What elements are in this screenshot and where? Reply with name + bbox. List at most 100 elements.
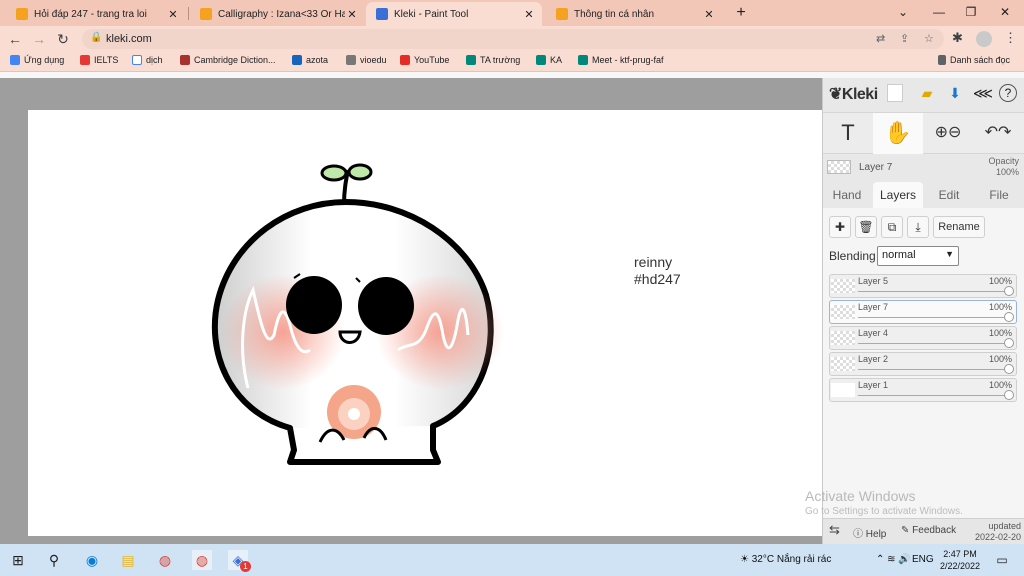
bookmark-label: dịch: [146, 55, 163, 65]
bookmark-vioedu[interactable]: vioedu: [346, 55, 387, 65]
layer-thumbnail: [831, 305, 855, 319]
tab-layers[interactable]: Layers: [873, 182, 923, 208]
close-icon[interactable]: ✕: [702, 8, 716, 21]
layer-opacity: 100%: [988, 380, 1012, 390]
reload-icon[interactable]: ↻: [54, 30, 72, 48]
bookmark-label: Cambridge Diction...: [194, 55, 276, 65]
window-close-icon[interactable]: ✕: [992, 3, 1018, 21]
bookmark-label: KA: [550, 55, 563, 65]
layer-item-1[interactable]: Layer 1 100%: [829, 378, 1017, 402]
open-folder-icon[interactable]: ▰: [917, 83, 937, 103]
address-bar[interactable]: 🔒 kleki.com ⇄ ⇪ ☆: [82, 29, 944, 49]
bookmark-label: IELTS: [94, 55, 119, 65]
tray-icons[interactable]: ⌃ ≋ 🔊: [876, 554, 911, 565]
layer-name: Layer 1: [858, 380, 889, 390]
weather-text: 32°C Nắng rải rác: [751, 554, 832, 565]
feedback-link[interactable]: ✎ Feedback: [901, 525, 956, 536]
bookmark-ta-truong[interactable]: TA trường: [466, 55, 520, 65]
language-indicator[interactable]: ENG: [912, 554, 934, 565]
restore-icon[interactable]: ❐: [958, 3, 984, 21]
share-icon[interactable]: ⋘: [973, 83, 993, 103]
tab-search-icon[interactable]: ⌄: [890, 3, 916, 21]
merge-layer-icon[interactable]: ⤓: [907, 216, 929, 238]
translate-icon[interactable]: ⇄: [876, 32, 885, 45]
opacity-slider[interactable]: [858, 291, 1006, 292]
zoom-icon[interactable]: ⊕⊖: [923, 113, 973, 154]
layer-item-5[interactable]: Layer 5 100%: [829, 274, 1017, 298]
duplicate-layer-icon[interactable]: ⧉: [881, 216, 903, 238]
opacity-slider-handle[interactable]: [1004, 338, 1014, 348]
tab-thongtin[interactable]: Thông tin cá nhân ✕: [546, 2, 722, 26]
bookmark-apps[interactable]: Ứng dụng: [10, 55, 64, 65]
bookmark-azota[interactable]: azota: [292, 55, 328, 65]
tab-title: Calligraphy : Izana<33 Or Hand :: [218, 8, 345, 20]
text-tool-icon[interactable]: T: [823, 113, 873, 154]
opacity-value: 100%: [995, 167, 1019, 177]
taskbar-clock[interactable]: 2:47 PM 2/22/2022: [940, 548, 980, 572]
weather-widget[interactable]: ☀ 32°C Nắng rải rác: [740, 554, 831, 565]
layer-item-4[interactable]: Layer 4 100%: [829, 326, 1017, 350]
bookmark-dich[interactable]: dịch: [132, 55, 163, 65]
chevron-down-icon: ▼: [945, 249, 954, 259]
forward-icon[interactable]: →: [30, 30, 48, 48]
layer-thumbnail: [827, 160, 851, 174]
opacity-slider[interactable]: [858, 343, 1006, 344]
bookmark-ka[interactable]: KA: [536, 55, 562, 65]
layer-item-7[interactable]: Layer 7 100%: [829, 300, 1017, 324]
windows-start-icon[interactable]: ⊞: [8, 550, 28, 570]
tab-hoidap[interactable]: Hỏi đáp 247 - trang tra loi ✕: [6, 2, 186, 26]
share-icon[interactable]: ⇪: [900, 32, 909, 45]
tab-hand[interactable]: Hand: [823, 182, 871, 208]
opacity-slider-handle[interactable]: [1004, 390, 1014, 400]
new-image-icon[interactable]: [887, 84, 903, 102]
kleki-side-panel: ❦Kleki ▰ ⬇ ⋘ ? T ✋ ⊕⊖ ↶↷ Layer 7 Opacity…: [805, 78, 1024, 544]
reading-list[interactable]: Danh sách đọc: [938, 55, 1010, 65]
tab-calligraphy[interactable]: Calligraphy : Izana<33 Or Hand : ✕: [190, 2, 365, 26]
opacity-slider[interactable]: [858, 369, 1006, 370]
tab-edit[interactable]: Edit: [925, 182, 973, 208]
chrome-icon[interactable]: ◍: [155, 550, 175, 570]
undo-redo-icon[interactable]: ↶↷: [973, 113, 1023, 154]
download-icon[interactable]: ⬇: [945, 83, 965, 103]
close-icon[interactable]: ✕: [166, 8, 180, 21]
search-icon[interactable]: ⚲: [44, 550, 64, 570]
layer-item-2[interactable]: Layer 2 100%: [829, 352, 1017, 376]
bookmark-cambridge[interactable]: Cambridge Diction...: [180, 55, 276, 65]
bookmark-ielts[interactable]: IELTS: [80, 55, 118, 65]
tab-kleki[interactable]: Kleki - Paint Tool ✕: [366, 2, 542, 26]
opacity-slider[interactable]: [858, 395, 1006, 396]
hand-tool-icon[interactable]: ✋: [873, 113, 923, 154]
rename-button[interactable]: Rename: [933, 216, 985, 238]
notifications-icon[interactable]: ▭: [992, 550, 1012, 570]
opacity-slider[interactable]: [858, 317, 1006, 318]
close-icon[interactable]: ✕: [522, 8, 536, 21]
back-icon[interactable]: ←: [6, 30, 24, 48]
opacity-slider-handle[interactable]: [1004, 286, 1014, 296]
file-explorer-icon[interactable]: ▤: [118, 550, 138, 570]
blending-select[interactable]: normal ▼: [877, 246, 959, 266]
delete-layer-icon[interactable]: 🗑: [855, 216, 877, 238]
opacity-slider-handle[interactable]: [1004, 364, 1014, 374]
chrome-profile-icon[interactable]: ◍: [192, 550, 212, 570]
help-link[interactable]: ⓘ Help: [853, 525, 886, 540]
bookmark-meet[interactable]: Meet - ktf-prug-faf: [578, 55, 664, 65]
new-tab-icon[interactable]: +: [732, 3, 750, 23]
layer-thumbnail: [831, 279, 855, 293]
help-icon[interactable]: ?: [999, 84, 1017, 102]
swap-icon[interactable]: ⇆: [829, 522, 840, 538]
minimize-icon[interactable]: —: [926, 3, 952, 21]
star-icon[interactable]: ☆: [924, 32, 934, 45]
tab-file[interactable]: File: [975, 182, 1023, 208]
edge-icon[interactable]: ◉: [82, 550, 102, 570]
zalo-icon[interactable]: ◈ 1: [228, 550, 251, 572]
mascot-drawing: [211, 163, 504, 465]
extensions-icon[interactable]: ✱: [952, 30, 963, 46]
drawing-canvas[interactable]: reinny #hd247: [28, 110, 822, 536]
add-layer-icon[interactable]: ✚: [829, 216, 851, 238]
bookmark-youtube[interactable]: YouTube: [400, 55, 449, 65]
layer-name: Layer 2: [858, 354, 889, 364]
close-icon[interactable]: ✕: [345, 8, 359, 21]
profile-avatar-icon[interactable]: [976, 31, 992, 47]
menu-icon[interactable]: ⋮: [1004, 30, 1017, 46]
opacity-slider-handle[interactable]: [1004, 312, 1014, 322]
